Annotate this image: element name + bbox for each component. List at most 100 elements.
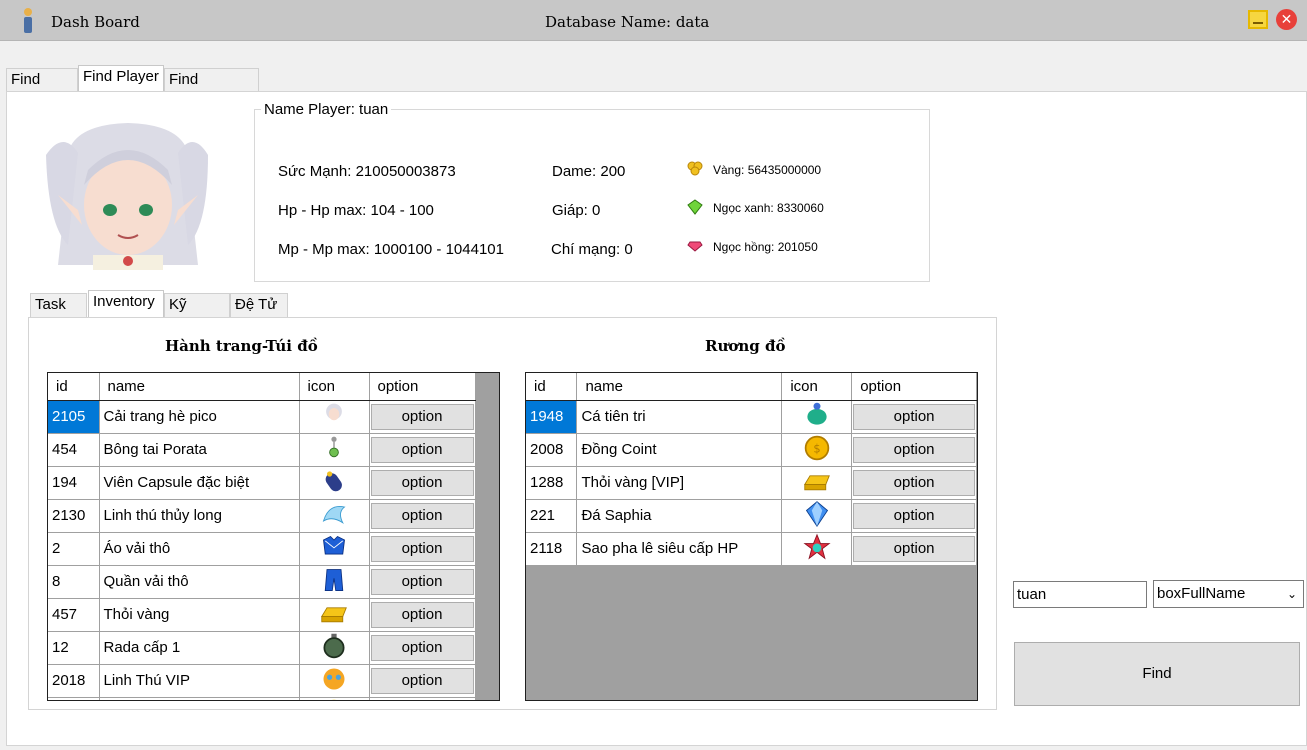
item-icon-cell[interactable]: $ xyxy=(781,433,853,467)
item-name-cell[interactable]: Linh Thú VIP xyxy=(99,664,300,698)
inventory-grid[interactable]: id name icon option 2105 Cải trang hè pic… xyxy=(47,372,500,701)
item-id-cell[interactable]: 194 xyxy=(48,466,100,500)
item-icon-cell[interactable] xyxy=(299,565,370,599)
table-row[interactable]: 2018 Linh Thú VIP option xyxy=(48,664,476,698)
item-name-cell[interactable]: Linh thú thủy long xyxy=(99,499,300,533)
column-header[interactable]: icon xyxy=(299,373,370,401)
option-button[interactable]: option xyxy=(370,469,474,496)
option-button[interactable]: option xyxy=(370,667,474,694)
close-icon[interactable]: ✕ xyxy=(1276,9,1297,30)
column-header[interactable]: name xyxy=(99,373,300,401)
item-name-cell[interactable]: Sao pha lê siêu cấp HP xyxy=(576,532,783,566)
minimize-icon[interactable] xyxy=(1248,10,1268,29)
option-button[interactable]: option xyxy=(370,436,474,463)
table-row[interactable]: 8 Quần vải thô option xyxy=(48,565,476,599)
column-header[interactable]: icon xyxy=(781,373,853,401)
table-row[interactable]: 12 Rada cấp 1 option xyxy=(48,631,476,665)
tab-find-item[interactable]: Find Item xyxy=(6,68,78,110)
item-icon-cell[interactable] xyxy=(299,532,370,566)
option-button[interactable]: option xyxy=(370,502,474,529)
find-button[interactable]: Find xyxy=(1014,642,1300,706)
item-icon-cell[interactable] xyxy=(299,664,370,698)
item-icon-cell[interactable] xyxy=(299,466,370,500)
item-id-cell[interactable]: 2105 xyxy=(48,400,100,434)
table-row[interactable]: 2118 Sao pha lê siêu cấp HP option xyxy=(526,532,977,566)
item-name-cell[interactable]: Đá Saphia xyxy=(576,499,783,533)
item-name-cell[interactable]: Hào Quang Quý Tộc xyxy=(99,697,300,700)
table-row[interactable]: 2 Áo vải thô option xyxy=(48,532,476,566)
option-button[interactable]: option xyxy=(853,436,975,463)
item-id-cell[interactable]: 454 xyxy=(48,433,100,467)
item-id-cell[interactable]: 1230 xyxy=(48,697,100,700)
option-button[interactable]: option xyxy=(853,469,975,496)
item-name-cell[interactable]: Thỏi vàng [VIP] xyxy=(576,466,783,500)
item-name-cell[interactable]: Đồng Coint xyxy=(576,433,783,467)
item-icon-cell[interactable] xyxy=(781,499,853,533)
chevron-down-icon: ⌄ xyxy=(1286,587,1297,601)
item-icon-cell[interactable] xyxy=(299,400,370,434)
item-icon-cell[interactable] xyxy=(299,598,370,632)
column-header[interactable]: id xyxy=(526,373,578,401)
table-row[interactable]: 454 Bông tai Porata option xyxy=(48,433,476,467)
table-row[interactable]: 457 Thỏi vàng option xyxy=(48,598,476,632)
item-id-cell[interactable]: 457 xyxy=(48,598,100,632)
item-icon-cell[interactable] xyxy=(299,697,370,700)
column-header[interactable]: id xyxy=(48,373,100,401)
tab-find-account[interactable]: Find Account xyxy=(164,68,259,110)
item-id-cell[interactable]: 1288 xyxy=(526,466,578,500)
column-header[interactable]: option xyxy=(851,373,977,401)
table-row[interactable]: 2130 Linh thú thủy long option xyxy=(48,499,476,533)
option-button[interactable]: option xyxy=(370,535,474,562)
table-row[interactable]: 2105 Cải trang hè pico option xyxy=(48,400,476,434)
table-row[interactable]: 194 Viên Capsule đặc biệt option xyxy=(48,466,476,500)
item-id-cell[interactable]: 12 xyxy=(48,631,100,665)
option-button[interactable]: option xyxy=(370,568,474,595)
option-button[interactable]: option xyxy=(371,701,474,702)
item-name-cell[interactable]: Cá tiên tri xyxy=(576,400,783,434)
item-icon-cell[interactable] xyxy=(781,400,853,434)
halo-icon xyxy=(329,699,339,700)
item-name-cell[interactable]: Viên Capsule đặc biệt xyxy=(99,466,300,500)
item-icon-cell[interactable] xyxy=(299,499,370,533)
option-button[interactable]: option xyxy=(370,634,474,661)
table-row[interactable]: 2008 Đồng Coint $ option xyxy=(526,433,977,467)
item-id-cell[interactable]: 2118 xyxy=(526,532,578,566)
tab-inventory[interactable]: Inventory xyxy=(88,290,164,317)
tab-disciple[interactable]: Đệ Tử xyxy=(230,293,288,317)
option-cell: option xyxy=(369,664,476,698)
search-field-select[interactable]: boxFullName ⌄ xyxy=(1153,580,1304,608)
table-row[interactable]: 1288 Thỏi vàng [VIP] option xyxy=(526,466,977,500)
column-header[interactable]: option xyxy=(369,373,476,401)
item-icon-cell[interactable] xyxy=(781,532,853,566)
tab-skills[interactable]: Kỹ Năng xyxy=(164,293,230,335)
table-row[interactable]: 221 Đá Saphia option xyxy=(526,499,977,533)
item-icon-cell[interactable] xyxy=(299,631,370,665)
table-row[interactable]: 1230Hào Quang Quý Tộc option xyxy=(48,697,476,702)
item-id-cell[interactable]: 221 xyxy=(526,499,578,533)
item-name-cell[interactable]: Quần vải thô xyxy=(99,565,300,599)
item-id-cell[interactable]: 8 xyxy=(48,565,100,599)
option-button[interactable]: option xyxy=(853,535,975,562)
item-icon-cell[interactable] xyxy=(299,433,370,467)
chest-grid[interactable]: id name icon option 1948 Cá tiên tri optio… xyxy=(525,372,978,701)
option-button[interactable]: option xyxy=(853,403,975,430)
item-id-cell[interactable]: 2 xyxy=(48,532,100,566)
column-header[interactable]: name xyxy=(576,373,783,401)
option-button[interactable]: option xyxy=(370,601,474,628)
option-button[interactable]: option xyxy=(853,502,975,529)
item-id-cell[interactable]: 1948 xyxy=(526,400,578,434)
item-name-cell[interactable]: Áo vải thô xyxy=(99,532,300,566)
option-button[interactable]: option xyxy=(370,403,474,430)
item-id-cell[interactable]: 2130 xyxy=(48,499,100,533)
item-name-cell[interactable]: Bông tai Porata xyxy=(99,433,300,467)
item-name-cell[interactable]: Cải trang hè pico xyxy=(99,400,300,434)
item-id-cell[interactable]: 2008 xyxy=(526,433,578,467)
item-id-cell[interactable]: 2018 xyxy=(48,664,100,698)
table-row[interactable]: 1948 Cá tiên tri option xyxy=(526,400,977,434)
item-name-cell[interactable]: Rada cấp 1 xyxy=(99,631,300,665)
tab-find-player[interactable]: Find Player xyxy=(78,65,164,92)
search-input[interactable]: tuan xyxy=(1013,581,1147,608)
item-name-cell[interactable]: Thỏi vàng xyxy=(99,598,300,632)
tab-task[interactable]: Task xyxy=(30,293,87,317)
item-icon-cell[interactable] xyxy=(781,466,853,500)
